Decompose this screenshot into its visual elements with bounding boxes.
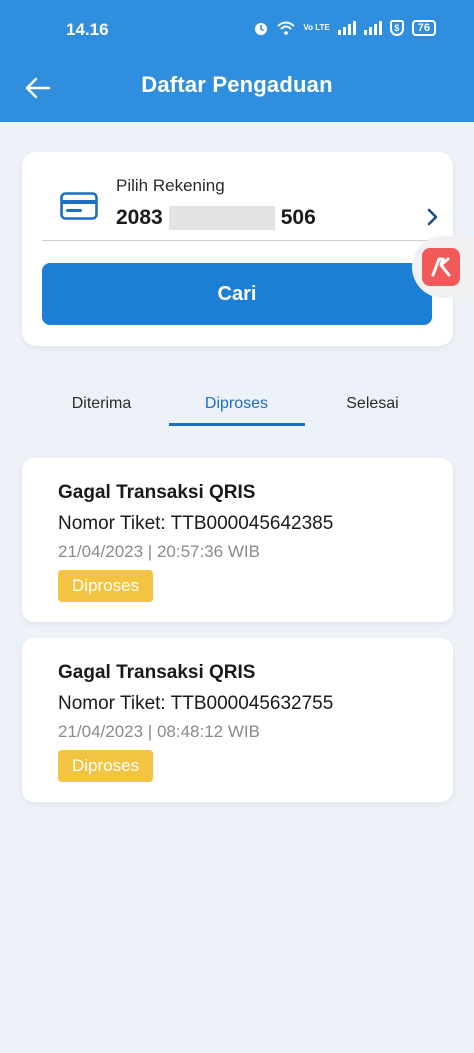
masked-digits [168, 206, 275, 230]
alarm-icon [255, 23, 268, 35]
ticket-datetime: 21/04/2023 | 20:57:36 WIB [58, 542, 260, 561]
tab-diproses[interactable]: Diproses [169, 380, 304, 426]
account-number-prefix: 2083 [116, 206, 163, 229]
tab-selesai[interactable]: Selesai [305, 380, 440, 426]
account-number[interactable]: 2083 506 [116, 206, 316, 230]
divider [42, 240, 433, 241]
status-badge: Diproses [58, 750, 154, 782]
chevron-right-icon[interactable] [427, 208, 439, 226]
account-label: Pilih Rekening [116, 176, 225, 195]
ticket-title: Gagal Transaksi QRIS [58, 662, 256, 683]
status-badge: Diproses [58, 570, 154, 602]
ticket-title: Gagal Transaksi QRIS [58, 482, 256, 503]
ticket-number: Nomor Tiket: TTB000045632755 [58, 693, 334, 714]
app-shortcut-icon [422, 248, 460, 286]
search-button[interactable]: Cari [42, 263, 432, 325]
ticket-card[interactable]: Gagal Transaksi QRIS Nomor Tiket: TTB000… [22, 458, 453, 622]
status-bar: 14.16 Vo LTE $ 76 [0, 0, 474, 60]
account-selector-card: Pilih Rekening 2083 506 Cari [22, 152, 453, 346]
app-header: Daftar Pengaduan [0, 60, 474, 122]
ticket-datetime: 21/04/2023 | 08:48:12 WIB [58, 722, 260, 741]
floating-shortcut[interactable] [412, 236, 474, 298]
status-tabs: Diterima Diproses Selesai [34, 380, 440, 428]
ticket-card[interactable]: Gagal Transaksi QRIS Nomor Tiket: TTB000… [22, 638, 453, 802]
status-icons: Vo LTE $ 76 [253, 20, 436, 36]
wifi-icon [277, 21, 296, 35]
tab-diterima[interactable]: Diterima [34, 380, 169, 426]
signal-icon-2 [363, 21, 382, 35]
shield-icon: $ [389, 20, 404, 36]
battery-indicator: 76 [411, 20, 436, 36]
page-title: Daftar Pengaduan [141, 72, 333, 97]
ticket-number: Nomor Tiket: TTB000045642385 [58, 513, 334, 534]
volte-indicator: Vo LTE [303, 23, 330, 32]
active-tab-indicator [169, 423, 305, 426]
account-number-suffix: 506 [280, 206, 316, 229]
credit-card-icon [60, 192, 98, 220]
status-time: 14.16 [66, 20, 109, 39]
signal-icon [337, 21, 356, 35]
